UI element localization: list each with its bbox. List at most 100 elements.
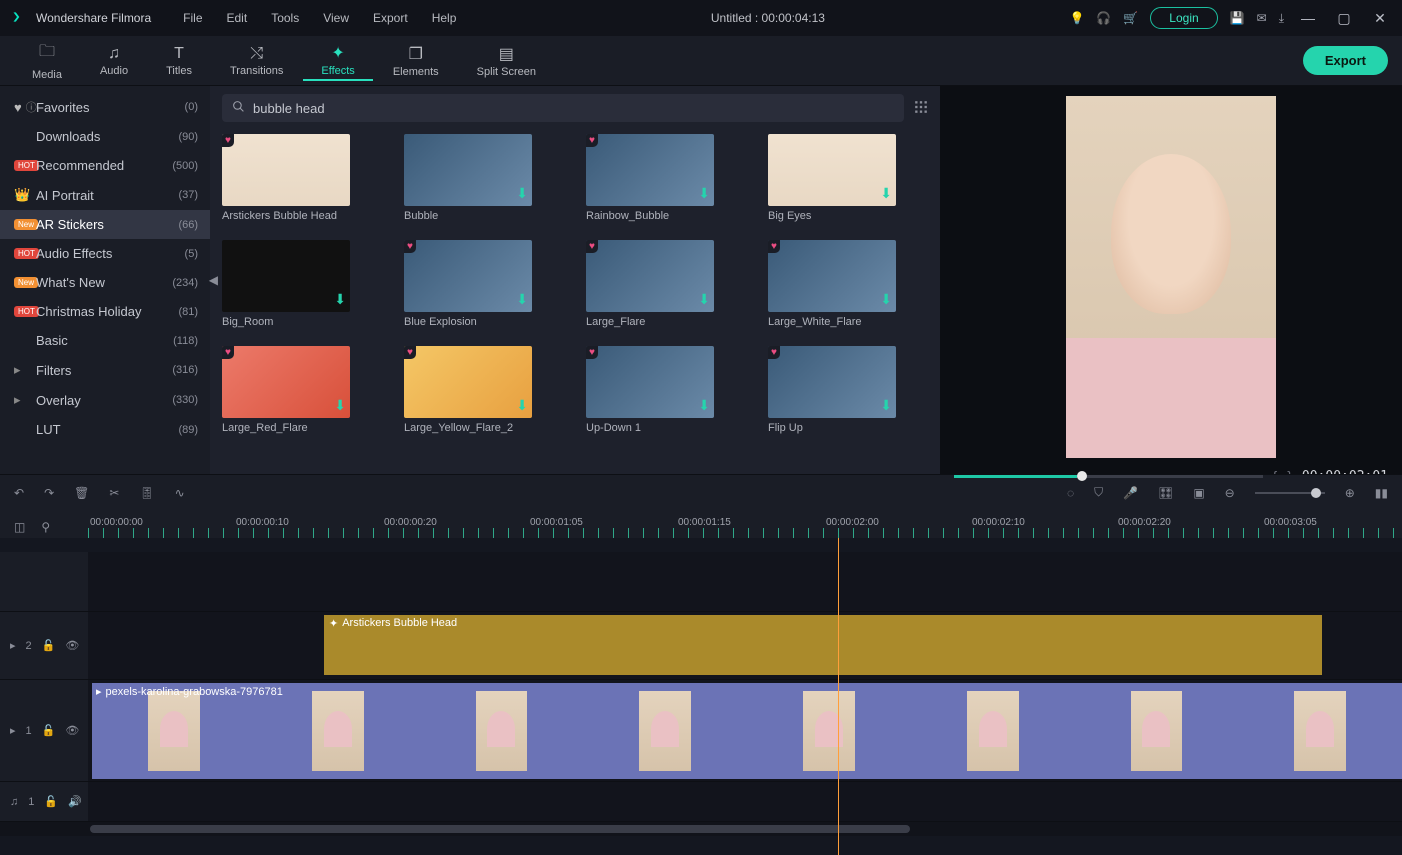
menu-export[interactable]: Export: [363, 7, 418, 29]
lock-icon[interactable]: 🔓: [42, 724, 56, 737]
grid-view-icon[interactable]: [914, 100, 928, 117]
download-icon[interactable]: ⬇: [880, 185, 892, 202]
magnet-icon[interactable]: ⚲: [41, 520, 50, 534]
effect-card[interactable]: ♥⬇Large_White_Flare: [768, 240, 928, 328]
effect-name: Up-Down 1: [586, 422, 746, 434]
download-icon[interactable]: ⬇: [516, 185, 528, 202]
save-icon[interactable]: 💾: [1230, 11, 1245, 25]
sidebar-item[interactable]: HOTRecommended(500): [0, 151, 210, 180]
sidebar-item[interactable]: LUT(89): [0, 415, 210, 444]
sidebar-item[interactable]: HOTChristmas Holiday(81): [0, 297, 210, 326]
tab-elements[interactable]: ❐ Elements: [375, 42, 457, 80]
voiceover-icon[interactable]: 🎤: [1123, 486, 1138, 500]
effect-card[interactable]: ♥⬇Blue Explosion: [404, 240, 564, 328]
render-icon[interactable]: ◌: [1067, 486, 1074, 500]
download-icon[interactable]: ⬇: [698, 185, 710, 202]
sidebar-item[interactable]: ▸Filters(316): [0, 355, 210, 385]
playback-slider[interactable]: [954, 475, 1263, 478]
sidebar-item[interactable]: ♥ ⓘFavorites(0): [0, 92, 210, 122]
adjust-icon[interactable]: 🎚: [139, 486, 154, 500]
crop-icon[interactable]: ▣: [1193, 486, 1204, 500]
download-icon[interactable]: ⬇: [516, 397, 528, 414]
window-minimize[interactable]: —: [1296, 10, 1320, 26]
sidebar-item[interactable]: Downloads(90): [0, 122, 210, 151]
snapshot-icon[interactable]: ◫: [14, 520, 25, 534]
download-icon[interactable]: ⤓: [1279, 11, 1284, 26]
lock-icon[interactable]: 🔓: [42, 639, 56, 652]
effect-card[interactable]: ⬇Big_Room: [222, 240, 382, 328]
sidebar-item[interactable]: NewWhat's New(234): [0, 268, 210, 297]
effect-card[interactable]: ♥⬇Flip Up: [768, 346, 928, 434]
download-icon[interactable]: ⬇: [880, 291, 892, 308]
tab-effects[interactable]: ✦ Effects: [303, 41, 372, 81]
cart-icon[interactable]: 🛒: [1123, 11, 1138, 25]
playhead[interactable]: [838, 538, 839, 855]
timeline-toggle-icon[interactable]: ▮▮: [1375, 486, 1388, 500]
effect-clip[interactable]: ✦ Arstickers Bubble Head: [324, 615, 1322, 675]
download-icon[interactable]: ⬇: [880, 397, 892, 414]
search-box[interactable]: [222, 94, 904, 122]
sidebar-item[interactable]: 👑AI Portrait(37): [0, 180, 210, 210]
scrollbar-thumb[interactable]: [90, 825, 910, 833]
visibility-icon[interactable]: 👁: [65, 724, 79, 737]
search-input[interactable]: [253, 101, 894, 116]
download-icon[interactable]: ⬇: [334, 291, 346, 308]
marker-icon[interactable]: ⛉: [1094, 485, 1103, 500]
transition-icon: ⤭: [250, 45, 263, 63]
download-icon[interactable]: ⬇: [698, 397, 710, 414]
sidebar-item[interactable]: ▸Overlay(330): [0, 385, 210, 415]
effect-card[interactable]: ⬇Big Eyes: [768, 134, 928, 222]
titlebar: Wondershare Filmora File Edit Tools View…: [0, 0, 1402, 36]
idea-icon[interactable]: 💡: [1069, 11, 1084, 25]
effect-card[interactable]: ♥⬇Large_Red_Flare: [222, 346, 382, 434]
effect-card[interactable]: ♥Arstickers Bubble Head: [222, 134, 382, 222]
download-icon[interactable]: ⬇: [698, 291, 710, 308]
delete-icon[interactable]: 🗑: [74, 486, 89, 500]
tab-media[interactable]: 🗀 Media: [14, 38, 80, 83]
menu-tools[interactable]: Tools: [261, 7, 309, 29]
sidebar-collapse-icon[interactable]: ◀: [209, 273, 218, 287]
download-icon[interactable]: ⬇: [334, 397, 346, 414]
zoom-out-icon[interactable]: ⊖: [1225, 486, 1235, 500]
timeline-scrollbar[interactable]: [0, 822, 1402, 836]
audio-mixer-icon[interactable]: 🎛: [1158, 486, 1173, 500]
mute-icon[interactable]: 🔊: [68, 795, 82, 808]
undo-icon[interactable]: ↶: [14, 486, 24, 500]
zoom-slider[interactable]: [1255, 492, 1325, 494]
effect-card[interactable]: ♥⬇Large_Yellow_Flare_2: [404, 346, 564, 434]
menu-edit[interactable]: Edit: [217, 7, 258, 29]
window-maximize[interactable]: ▢: [1332, 10, 1356, 27]
zoom-in-icon[interactable]: ⊕: [1345, 486, 1355, 500]
effect-card[interactable]: ♥⬇Rainbow_Bubble: [586, 134, 746, 222]
audio-wave-icon[interactable]: ∿: [175, 486, 185, 500]
menu-view[interactable]: View: [313, 7, 359, 29]
export-button[interactable]: Export: [1303, 46, 1388, 75]
menu-file[interactable]: File: [173, 7, 212, 29]
message-icon[interactable]: ✉: [1257, 11, 1267, 25]
headset-icon[interactable]: 🎧: [1096, 11, 1111, 25]
main-row: ♥ ⓘFavorites(0)Downloads(90)HOTRecommend…: [0, 86, 1402, 474]
timeline-ruler[interactable]: ◫ ⚲ 00:00:00:0000:00:00:1000:00:00:2000:…: [0, 510, 1402, 538]
effect-card[interactable]: ⬇Bubble: [404, 134, 564, 222]
sidebar-item[interactable]: HOTAudio Effects(5): [0, 239, 210, 268]
preview-canvas[interactable]: [940, 86, 1402, 462]
menu-help[interactable]: Help: [422, 7, 467, 29]
split-icon[interactable]: ✂: [109, 486, 119, 500]
tab-splitscreen[interactable]: ▤ Split Screen: [459, 42, 554, 80]
sidebar-item[interactable]: Basic(118): [0, 326, 210, 355]
tab-transitions[interactable]: ⤭ Transitions: [212, 43, 301, 79]
video-clip[interactable]: ▸ pexels-karolina-grabowska-7976781: [92, 683, 1402, 779]
visibility-icon[interactable]: 👁: [65, 639, 79, 652]
premium-heart-icon: ♥: [222, 346, 234, 359]
download-icon[interactable]: ⬇: [516, 291, 528, 308]
window-close[interactable]: ✕: [1368, 10, 1392, 27]
effect-card[interactable]: ♥⬇Up-Down 1: [586, 346, 746, 434]
tab-titles[interactable]: T Titles: [148, 43, 210, 79]
login-button[interactable]: Login: [1150, 7, 1217, 29]
premium-heart-icon: ♥: [404, 346, 416, 359]
lock-icon[interactable]: 🔓: [44, 795, 58, 808]
tab-audio[interactable]: ♫ Audio: [82, 43, 146, 79]
sidebar-item[interactable]: NewAR Stickers(66): [0, 210, 210, 239]
effect-card[interactable]: ♥⬇Large_Flare: [586, 240, 746, 328]
redo-icon[interactable]: ↷: [44, 486, 54, 500]
